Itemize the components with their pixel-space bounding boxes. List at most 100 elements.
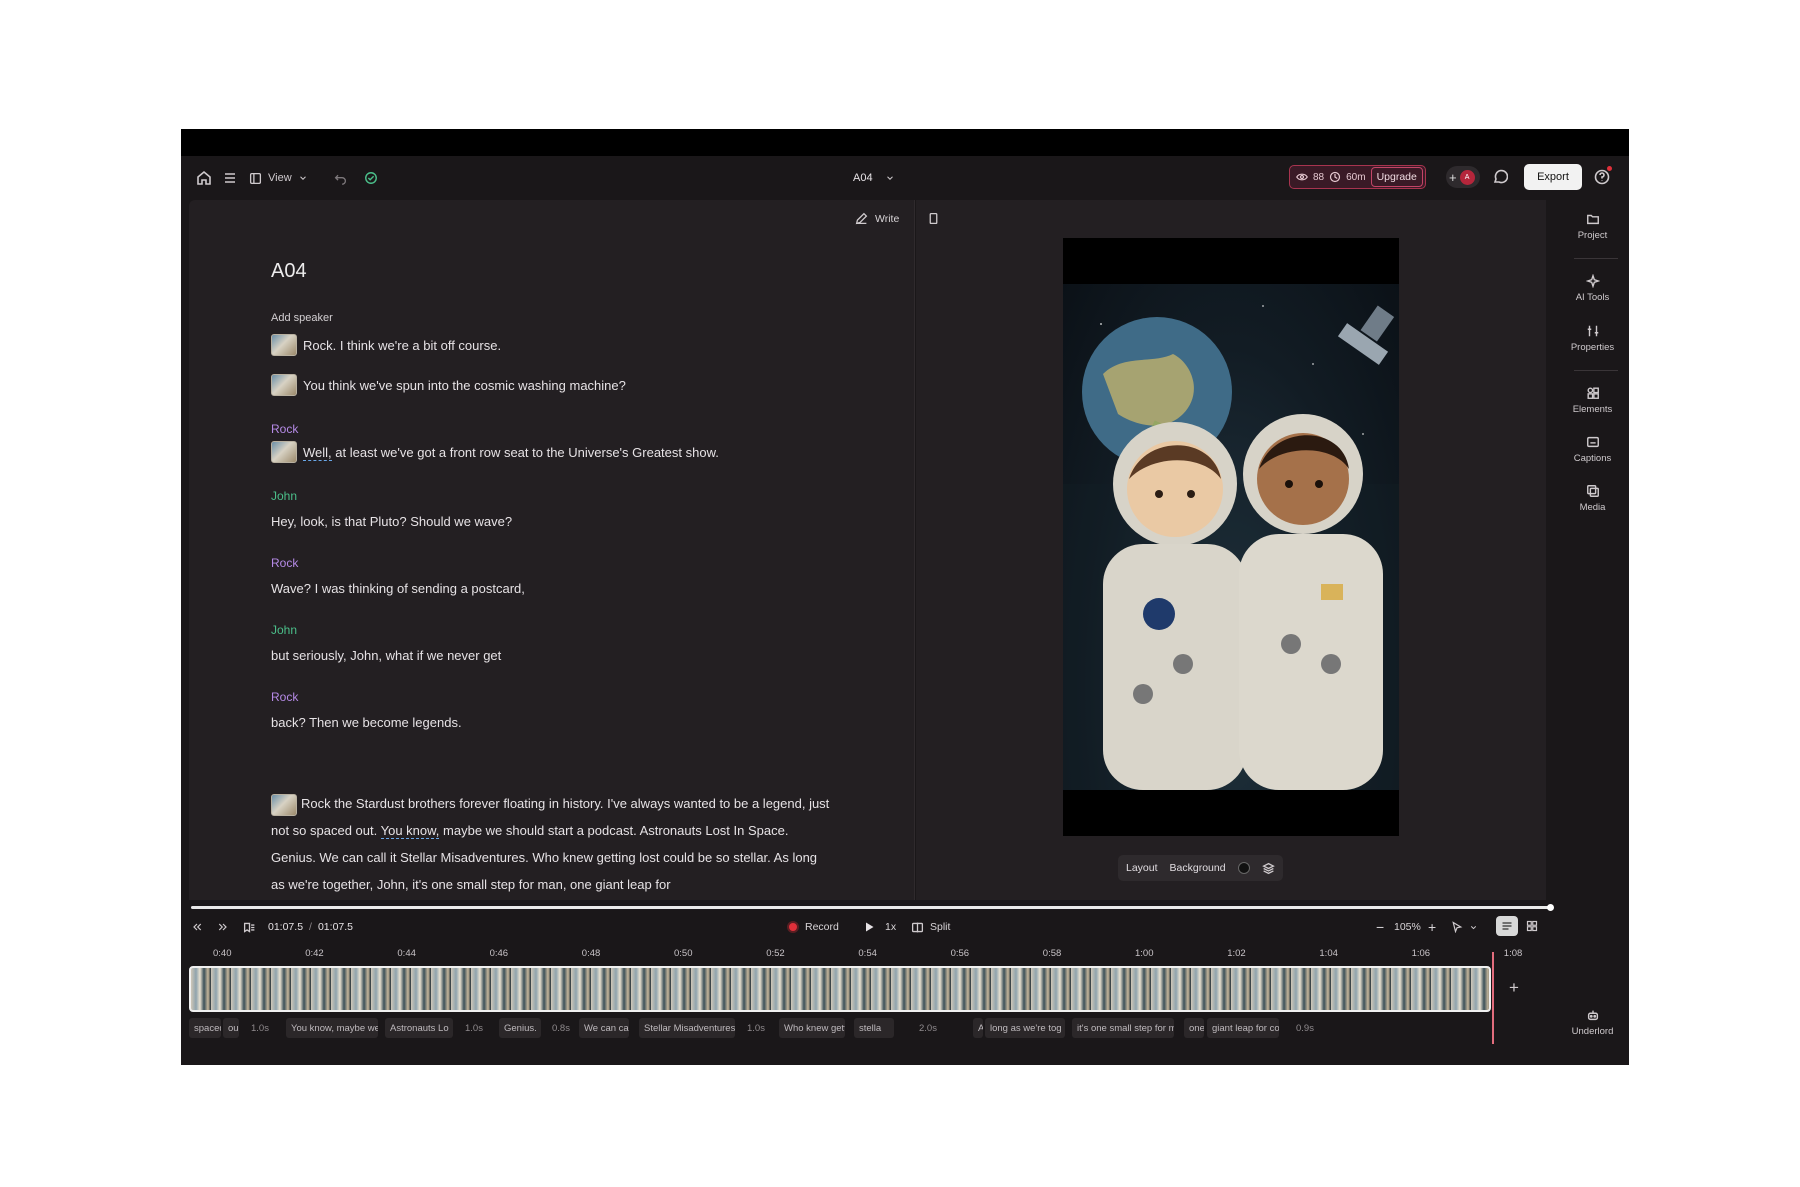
speaker-label-rock[interactable]: Rock bbox=[271, 422, 298, 436]
line-text-rest: at least we've got a front row seat to t… bbox=[331, 444, 719, 460]
caption-clip[interactable]: Stellar Misadventures bbox=[639, 1018, 735, 1038]
scrubber-handle[interactable] bbox=[1547, 904, 1554, 911]
caption-clip[interactable]: spaced bbox=[189, 1018, 221, 1038]
chapters-button[interactable] bbox=[243, 914, 256, 940]
help-button[interactable] bbox=[1594, 166, 1612, 190]
usage-badge[interactable]: 88 60m Upgrade bbox=[1289, 165, 1426, 189]
caption-clip[interactable]: We can ca bbox=[579, 1018, 629, 1038]
video-track-filmstrip[interactable] bbox=[189, 966, 1491, 1012]
caption-clip[interactable]: stella bbox=[854, 1018, 894, 1038]
write-mode-button[interactable]: Write bbox=[855, 212, 899, 225]
playhead[interactable] bbox=[1492, 952, 1494, 1044]
project-name-dropdown[interactable]: A04 bbox=[853, 156, 895, 200]
scene-thumbnail[interactable] bbox=[271, 334, 297, 356]
caption-clip[interactable]: Who knew gett bbox=[779, 1018, 845, 1038]
record-button[interactable]: Record bbox=[787, 914, 839, 940]
background-color-swatch[interactable] bbox=[1237, 862, 1250, 874]
menu-button[interactable] bbox=[222, 156, 238, 200]
aspect-ratio-button[interactable] bbox=[927, 212, 940, 230]
scene-thumbnail[interactable] bbox=[271, 441, 297, 463]
transcript-view-toggle[interactable] bbox=[1496, 916, 1518, 936]
sidebar-item-elements[interactable]: Elements bbox=[1556, 386, 1629, 415]
sidebar-item-underlord[interactable]: Underlord bbox=[1556, 1008, 1629, 1037]
zoom-in-button[interactable]: + bbox=[1428, 914, 1436, 940]
caption-clip[interactable]: Astronauts Lo bbox=[385, 1018, 453, 1038]
speaker-label-john[interactable]: John bbox=[271, 489, 297, 503]
gap-duration[interactable]: 2.0s bbox=[919, 1018, 937, 1038]
gap-duration[interactable]: 1.0s bbox=[251, 1018, 269, 1038]
script-line[interactable]: Wave? I was thinking of sending a postca… bbox=[271, 581, 525, 596]
script-line[interactable]: Rock. I think we're a bit off course. bbox=[271, 334, 501, 356]
playback-scrubber[interactable] bbox=[191, 906, 1551, 909]
layers-icon[interactable] bbox=[1261, 862, 1275, 875]
upgrade-button[interactable]: Upgrade bbox=[1370, 167, 1423, 187]
home-button[interactable] bbox=[196, 156, 212, 200]
gap-duration[interactable]: 1.0s bbox=[747, 1018, 765, 1038]
skip-back-button[interactable] bbox=[191, 914, 203, 940]
skip-forward-button[interactable] bbox=[217, 914, 229, 940]
speaker-label-rock[interactable]: Rock bbox=[271, 690, 298, 704]
project-name: A04 bbox=[853, 172, 873, 184]
sidebar-item-project[interactable]: Project bbox=[1556, 212, 1629, 241]
chevron-down-icon bbox=[886, 176, 893, 180]
filler-word-highlight[interactable]: You know, bbox=[380, 823, 440, 839]
gap-duration[interactable]: 0.9s bbox=[1296, 1018, 1314, 1038]
layout-button[interactable]: Layout bbox=[1126, 862, 1158, 874]
caption-clip[interactable]: long as we're tog bbox=[985, 1018, 1065, 1038]
grid-view-toggle[interactable] bbox=[1521, 916, 1543, 936]
caption-clip[interactable]: giant leap for cor bbox=[1207, 1018, 1279, 1038]
export-button[interactable]: Export bbox=[1524, 164, 1582, 190]
script-paragraph[interactable]: Rock the Stardust brothers forever float… bbox=[271, 790, 831, 898]
comments-button[interactable] bbox=[1492, 169, 1509, 190]
script-line[interactable]: You think we've spun into the cosmic was… bbox=[271, 374, 626, 396]
caption-clip[interactable]: A bbox=[973, 1018, 983, 1038]
ruler-tick-label: 1:06 bbox=[1411, 948, 1431, 959]
filler-word-highlight[interactable]: Well, bbox=[303, 444, 332, 461]
script-line[interactable]: Hey, look, is that Pluto? Should we wave… bbox=[271, 514, 512, 529]
caption-clip[interactable]: one bbox=[1184, 1018, 1204, 1038]
panel-divider bbox=[914, 200, 915, 900]
sidebar-divider bbox=[1574, 258, 1618, 259]
speaker-label-john[interactable]: John bbox=[271, 623, 297, 637]
sidebar-item-captions[interactable]: Captions bbox=[1556, 435, 1629, 464]
notification-dot bbox=[1607, 166, 1612, 171]
scene-thumbnail[interactable] bbox=[271, 793, 297, 816]
caption-track: spacedou You know, maybe we Astronauts Lo G… bbox=[189, 1018, 1494, 1040]
sidebar-item-properties[interactable]: Properties bbox=[1556, 324, 1629, 353]
collaborators[interactable]: + A bbox=[1446, 166, 1480, 188]
document-title[interactable]: A04 bbox=[271, 260, 307, 283]
caption-clip[interactable]: Genius. bbox=[499, 1018, 541, 1038]
video-canvas[interactable] bbox=[1063, 238, 1399, 836]
zoom-level: 105% bbox=[1394, 921, 1421, 933]
playback-speed-button[interactable]: 1x bbox=[885, 914, 896, 940]
pointer-tool-button[interactable] bbox=[1451, 914, 1478, 940]
time-ruler[interactable]: 0:40 0:42 0:44 0:46 0:48 0:50 0:52 0:54 0:56 0:58… bbox=[181, 944, 1556, 964]
scene-thumbnail[interactable] bbox=[271, 374, 297, 396]
script-line[interactable]: back? Then we become legends. bbox=[271, 715, 462, 730]
double-chevron-left-icon bbox=[193, 923, 202, 931]
caption-clip[interactable]: ou bbox=[223, 1018, 239, 1038]
play-button[interactable] bbox=[863, 914, 875, 940]
add-track-button[interactable]: + bbox=[1509, 978, 1519, 998]
background-button[interactable]: Background bbox=[1170, 862, 1226, 874]
add-speaker-button[interactable]: Add speaker bbox=[271, 312, 333, 324]
speaker-label-rock[interactable]: Rock bbox=[271, 556, 298, 570]
sidebar-label: Properties bbox=[1570, 342, 1615, 353]
grid-icon bbox=[1526, 920, 1538, 932]
view-menu-button[interactable]: View bbox=[249, 156, 308, 200]
window-top-bar bbox=[181, 129, 1629, 156]
gap-duration[interactable]: 1.0s bbox=[465, 1018, 483, 1038]
undo-button[interactable] bbox=[334, 156, 347, 200]
split-button[interactable]: Split bbox=[911, 914, 950, 940]
gap-duration[interactable]: 0.8s bbox=[552, 1018, 570, 1038]
sidebar-item-ai-tools[interactable]: AI Tools bbox=[1556, 274, 1629, 303]
sidebar-item-media[interactable]: Media bbox=[1556, 484, 1629, 513]
add-collaborator-icon: + bbox=[1449, 169, 1457, 185]
timeline-panel: 01:07.5 / 01:07.5 Record 1x Split − 105%… bbox=[181, 900, 1556, 1065]
zoom-out-button[interactable]: − bbox=[1376, 914, 1384, 940]
ruler-tick-label: 0:46 bbox=[489, 948, 509, 959]
caption-clip[interactable]: You know, maybe we bbox=[286, 1018, 378, 1038]
caption-clip[interactable]: it's one small step for m bbox=[1072, 1018, 1174, 1038]
script-line[interactable]: but seriously, John, what if we never ge… bbox=[271, 648, 501, 663]
script-line[interactable]: Well, at least we've got a front row sea… bbox=[271, 441, 719, 463]
